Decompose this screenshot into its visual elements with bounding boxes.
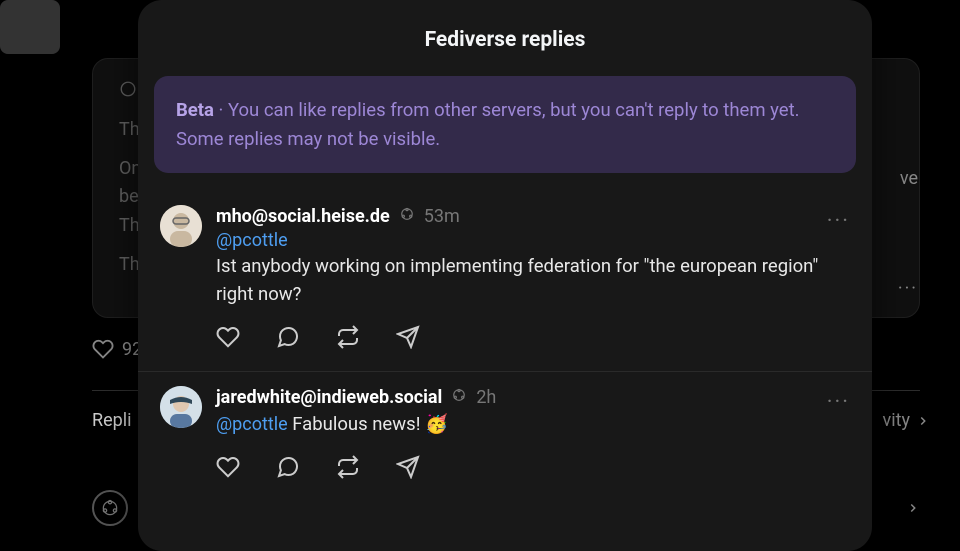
beta-banner: Beta · You can like replies from other s… [154, 76, 856, 173]
reply-author[interactable]: jaredwhite@indieweb.social [216, 387, 442, 408]
reply-item: jaredwhite@indieweb.social 2h @pcottle F… [138, 372, 872, 501]
beta-label: Beta [176, 99, 214, 121]
more-options-button[interactable]: ··· [827, 209, 850, 234]
fediverse-icon [450, 386, 468, 409]
bg-likes-row: 92 [92, 338, 142, 360]
reply-timestamp: 53m [424, 206, 460, 227]
comment-button[interactable] [276, 455, 300, 479]
avatar[interactable] [160, 205, 202, 247]
reply-timestamp: 2h [476, 387, 496, 408]
modal-title: Fediverse replies [138, 0, 872, 76]
like-button[interactable] [216, 455, 240, 479]
repost-button[interactable] [336, 325, 360, 349]
fediverse-icon [398, 205, 416, 228]
chevron-right-icon [906, 501, 920, 515]
reply-body-text: Ist anybody working on implementing fede… [216, 253, 850, 309]
bg-thumbnail [0, 0, 60, 54]
share-button[interactable] [396, 455, 420, 479]
more-options-button[interactable]: ··· [827, 390, 850, 415]
bg-text-right: ve [900, 168, 918, 189]
like-button[interactable] [216, 325, 240, 349]
reply-item: mho@social.heise.de 53m @pcottle Ist any… [138, 191, 872, 372]
mention-link[interactable]: @pcottle [216, 230, 288, 251]
repost-button[interactable] [336, 455, 360, 479]
reply-author[interactable]: mho@social.heise.de [216, 206, 390, 227]
bg-activity-label: vity [882, 410, 930, 431]
fediverse-icon [92, 490, 128, 526]
bg-more: ··· [898, 278, 918, 299]
beta-text: You can like replies from other servers,… [176, 99, 800, 150]
bg-replies-label: Repli [92, 410, 132, 431]
comment-button[interactable] [276, 325, 300, 349]
reply-body-text: Fabulous news! 🥳 [288, 413, 448, 435]
share-button[interactable] [396, 325, 420, 349]
avatar[interactable] [160, 386, 202, 428]
threads-icon [119, 79, 137, 108]
fediverse-replies-modal: Fediverse replies Beta · You can like re… [138, 0, 872, 551]
mention-link[interactable]: @pcottle [216, 414, 288, 435]
